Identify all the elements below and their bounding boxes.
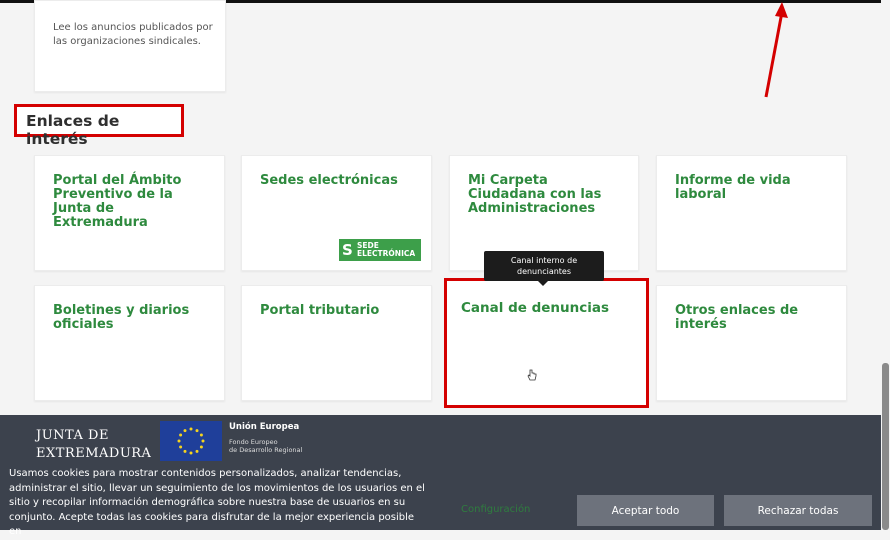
sede-electronica-logo: S SEDE ELECTRÓNICA bbox=[339, 239, 421, 261]
link-card-otros-enlaces[interactable]: Otros enlaces de interés bbox=[656, 285, 847, 401]
sede-logo-line2: ELECTRÓNICA bbox=[357, 249, 416, 258]
link-card-portal-preventivo[interactable]: Portal del Ámbito Preventivo de la Junta… bbox=[34, 155, 225, 271]
section-title: Enlaces de interés bbox=[26, 112, 120, 148]
eu-title: Unión Europea bbox=[229, 422, 300, 432]
cookie-settings-link[interactable]: Configuración bbox=[461, 504, 530, 515]
tooltip-text: Canal interno de denunciantes bbox=[510, 256, 578, 276]
announcements-text: Lee los anuncios publicados por las orga… bbox=[53, 22, 213, 47]
link-card-label: Canal de denuncias bbox=[461, 300, 610, 316]
eu-flag-icon bbox=[160, 421, 222, 461]
announcements-card[interactable]: Lee los anuncios publicados por las orga… bbox=[34, 0, 226, 92]
link-card-canal-denuncias[interactable]: Canal de denuncias bbox=[444, 278, 649, 408]
reject-all-button[interactable]: Rechazar todas bbox=[724, 495, 872, 526]
link-card-label: Portal del Ámbito Preventivo de la Junta… bbox=[53, 173, 182, 230]
link-card-label: Otros enlaces de interés bbox=[675, 303, 799, 332]
link-card-sedes-electronicas[interactable]: Sedes electrónicas S SEDE ELECTRÓNICA bbox=[241, 155, 432, 271]
link-card-portal-tributario[interactable]: Portal tributario bbox=[241, 285, 432, 401]
logo-line1: JUNTA DE bbox=[36, 428, 109, 443]
cookie-text: Usamos cookies para mostrar contenidos p… bbox=[9, 468, 425, 537]
tooltip-arrow bbox=[538, 281, 548, 286]
accept-all-button[interactable]: Aceptar todo bbox=[577, 495, 714, 526]
section-heading: Enlaces de interés bbox=[14, 104, 184, 148]
eu-sub-line1: Fondo Europeo bbox=[229, 438, 278, 446]
footer-cookie-banner: JUNTA DE EXTREMADURA Unión Europea Fondo… bbox=[0, 415, 890, 537]
hand-cursor-icon bbox=[527, 369, 537, 381]
red-annotation-arrow bbox=[764, 2, 788, 98]
link-card-label: Mi Carpeta Ciudadana con las Administrac… bbox=[468, 173, 602, 216]
link-card-label: Boletines y diarios oficiales bbox=[53, 303, 190, 332]
sede-logo-text: SEDE ELECTRÓNICA bbox=[357, 242, 415, 258]
link-card-label: Sedes electrónicas bbox=[260, 173, 398, 188]
logo-line2: EXTREMADURA bbox=[36, 446, 152, 461]
eu-sub-line2: de Desarrollo Regional bbox=[229, 446, 303, 454]
tooltip: Canal interno de denunciantes bbox=[484, 251, 604, 286]
sede-logo-letter: S bbox=[342, 241, 353, 259]
scrollbar-thumb[interactable] bbox=[882, 363, 889, 530]
link-card-label: Portal tributario bbox=[260, 303, 380, 318]
link-card-vida-laboral[interactable]: Informe de vida laboral bbox=[656, 155, 847, 271]
link-card-label: Informe de vida laboral bbox=[675, 173, 791, 202]
eu-subtitle: Fondo Europeo de Desarrollo Regional bbox=[229, 438, 302, 454]
link-card-boletines[interactable]: Boletines y diarios oficiales bbox=[34, 285, 225, 401]
junta-extremadura-logo[interactable]: JUNTA DE EXTREMADURA bbox=[36, 427, 151, 463]
